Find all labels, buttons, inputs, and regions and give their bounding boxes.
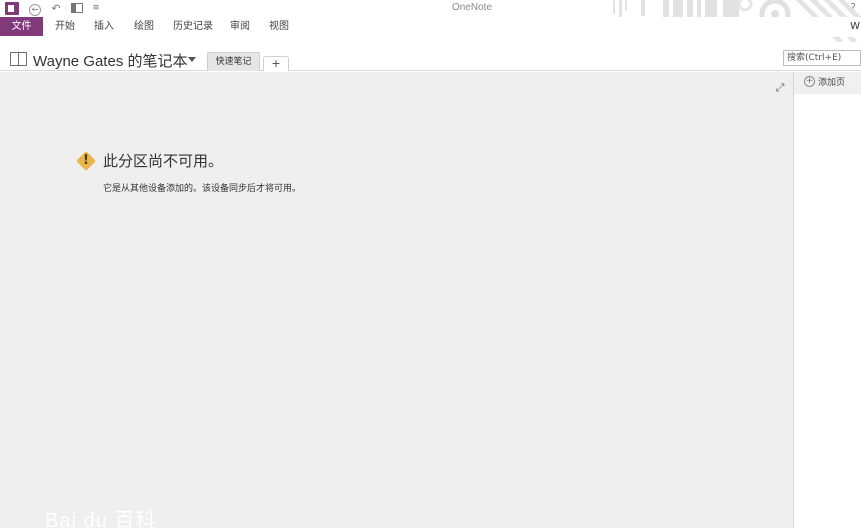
undo-icon: ↶ xyxy=(51,2,61,15)
add-page-label: 添加页 xyxy=(818,78,846,88)
tab-home[interactable]: 开始 xyxy=(55,17,75,36)
page-canvas: ⤢ ! 此分区尚不可用。 它是从其他设备添加的。该设备同步后才将可用。 Bai … xyxy=(0,72,793,528)
tab-review[interactable]: 审阅 xyxy=(230,17,250,36)
tab-file[interactable]: 文件 xyxy=(0,17,43,36)
undo-button[interactable]: ↶ xyxy=(48,1,64,16)
section-tab-quick-notes[interactable]: 快速笔记 xyxy=(207,52,260,71)
tab-insert[interactable]: 插入 xyxy=(94,17,114,36)
warning-icon: ! xyxy=(75,150,97,172)
tab-draw[interactable]: 绘图 xyxy=(134,17,154,36)
expand-icon[interactable]: ⤢ xyxy=(774,82,786,94)
tab-history[interactable]: 历史记录 xyxy=(173,17,213,36)
onenote-logo-icon[interactable] xyxy=(5,2,19,15)
window-title: OneNote xyxy=(452,2,493,13)
search-input[interactable]: 搜索(Ctrl+E) xyxy=(783,50,861,66)
unavailable-heading: 此分区尚不可用。 xyxy=(103,152,224,170)
customize-quick-access-button[interactable]: ≡ xyxy=(88,1,104,16)
tab-view[interactable]: 视图 xyxy=(269,17,289,36)
add-page-icon: + xyxy=(804,76,815,87)
add-page-button[interactable]: + 添加页 xyxy=(794,72,861,94)
user-account[interactable]: W xyxy=(850,21,860,32)
watermark-text: Bai du 百科 xyxy=(45,510,157,528)
back-arrow-icon: ← xyxy=(29,4,41,16)
chevron-down-icon[interactable] xyxy=(188,57,196,62)
warning-glyph: ! xyxy=(83,153,89,168)
add-section-button[interactable]: + xyxy=(263,56,289,71)
ribbon-tab-bar: 文件 开始 插入 绘图 历史记录 审阅 视图 xyxy=(0,17,861,37)
dock-to-desktop-button[interactable] xyxy=(69,1,85,16)
unavailable-description: 它是从其他设备添加的。该设备同步后才将可用。 xyxy=(103,184,302,194)
back-button[interactable]: ← xyxy=(27,1,43,16)
dock-to-desktop-icon xyxy=(71,3,83,13)
notebook-title[interactable]: Wayne Gates 的笔记本 xyxy=(33,50,187,71)
page-list-pane: + 添加页 xyxy=(793,72,861,528)
notebook-icon xyxy=(10,52,27,66)
notebook-bar: Wayne Gates 的笔记本 快速笔记 + 搜索(Ctrl+E) xyxy=(0,44,861,71)
